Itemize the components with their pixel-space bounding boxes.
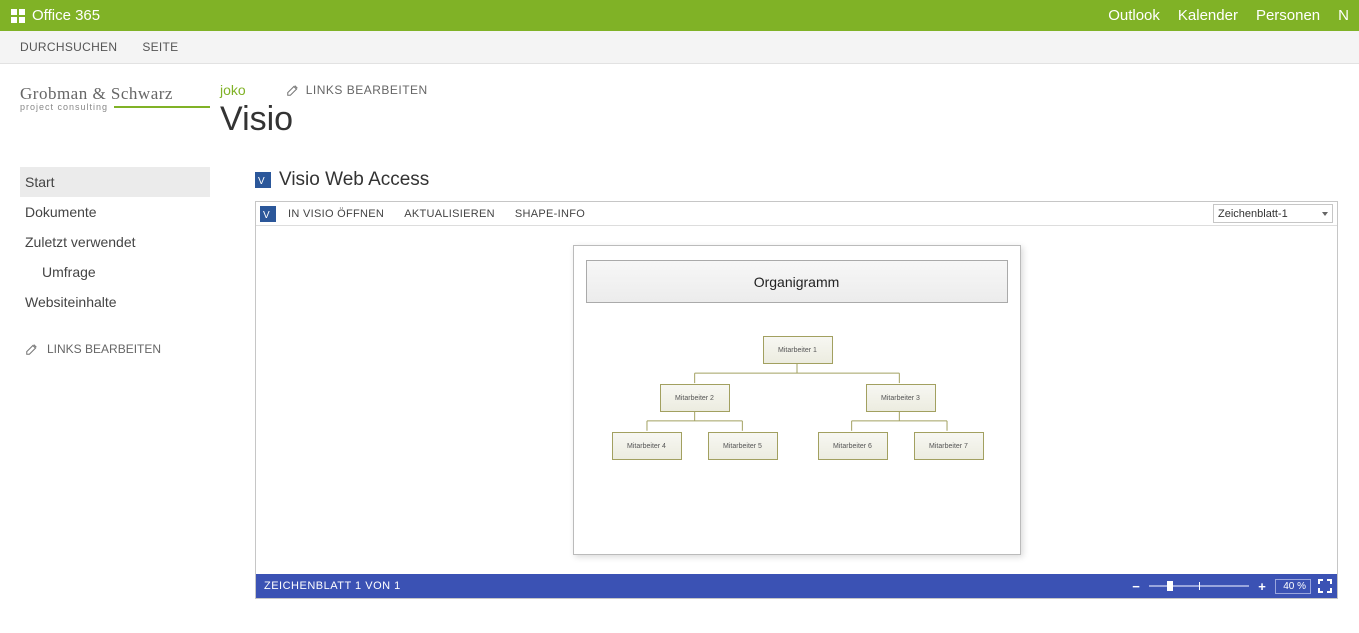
org-node-3[interactable]: Mitarbeiter 3	[866, 384, 936, 412]
visio-web-access: V IN VISIO ÖFFNEN AKTUALISIEREN SHAPE-IN…	[255, 201, 1338, 599]
zoom-out-button[interactable]: −	[1129, 579, 1143, 593]
breadcrumb-edit-links-label: LINKS BEARBEITEN	[306, 83, 428, 97]
side-nav: Start Dokumente Zuletzt verwendet Umfrag…	[20, 167, 210, 363]
org-node-7[interactable]: Mitarbeiter 7	[914, 432, 984, 460]
suite-nav-outlook[interactable]: Outlook	[1108, 7, 1160, 24]
suite-nav-personen[interactable]: Personen	[1256, 7, 1320, 24]
breadcrumb-site[interactable]: joko	[220, 82, 246, 98]
fullscreen-icon[interactable]	[1317, 578, 1333, 594]
sidebar-edit-links-label: LINKS BEARBEITEN	[47, 342, 161, 356]
sidebar-item-contents[interactable]: Websiteinhalte	[20, 287, 210, 317]
vwa-zoom-controls: − + 40 %	[1129, 578, 1333, 594]
ribbon-tab-browse[interactable]: DURCHSUCHEN	[20, 40, 117, 54]
org-connectors	[574, 246, 1020, 554]
ribbon-tabs: DURCHSUCHEN SEITE	[0, 31, 1359, 64]
org-node-4[interactable]: Mitarbeiter 4	[612, 432, 682, 460]
suite-nav-kalender[interactable]: Kalender	[1178, 7, 1238, 24]
visio-icon: V	[260, 206, 276, 222]
zoom-percent[interactable]: 40 %	[1275, 579, 1311, 594]
suite-nav: Outlook Kalender Personen N	[1108, 7, 1349, 24]
zoom-slider[interactable]	[1149, 585, 1249, 587]
vwa-drawing-page: Organigramm	[573, 245, 1021, 555]
breadcrumb-row: joko LINKS BEARBEITEN	[220, 82, 1359, 98]
ribbon-tab-page[interactable]: SEITE	[142, 40, 178, 54]
org-node-2[interactable]: Mitarbeiter 2	[660, 384, 730, 412]
site-logo[interactable]: Grobman & Schwarz project consulting	[20, 84, 210, 112]
pencil-icon	[25, 342, 39, 356]
svg-text:V: V	[258, 176, 265, 187]
sidebar-item-recent[interactable]: Zuletzt verwendet	[20, 227, 210, 257]
org-node-5[interactable]: Mitarbeiter 5	[708, 432, 778, 460]
sidebar-edit-links[interactable]: LINKS BEARBEITEN	[20, 335, 210, 363]
vwa-canvas[interactable]: Organigramm	[256, 226, 1337, 574]
webpart-title-row: V Visio Web Access	[220, 169, 1359, 191]
vwa-sheet-info: ZEICHENBLATT 1 VON 1	[264, 580, 401, 592]
office365-label: Office 365	[32, 7, 100, 24]
breadcrumb-edit-links[interactable]: LINKS BEARBEITEN	[286, 83, 428, 97]
pencil-icon	[286, 83, 300, 97]
sidebar-item-documents[interactable]: Dokumente	[20, 197, 210, 227]
svg-text:V: V	[263, 210, 270, 221]
sidebar-item-start[interactable]: Start	[20, 167, 210, 197]
vwa-sheet-select[interactable]: Zeichenblatt-1	[1213, 204, 1333, 223]
office365-logo[interactable]: Office 365	[10, 7, 100, 24]
vwa-status-bar: ZEICHENBLATT 1 VON 1 − + 40 %	[256, 574, 1337, 598]
zoom-in-button[interactable]: +	[1255, 579, 1269, 593]
vwa-refresh-button[interactable]: AKTUALISIEREN	[394, 208, 505, 220]
sidebar-item-survey[interactable]: Umfrage	[20, 257, 210, 287]
suite-bar: Office 365 Outlook Kalender Personen N	[0, 0, 1359, 31]
suite-nav-more[interactable]: N	[1338, 7, 1349, 24]
org-node-6[interactable]: Mitarbeiter 6	[818, 432, 888, 460]
page-title: Visio	[220, 100, 1359, 139]
vwa-sheet-select-value: Zeichenblatt-1	[1218, 208, 1288, 220]
office-icon	[10, 8, 26, 24]
left-column: Grobman & Schwarz project consulting Sta…	[0, 64, 220, 599]
vwa-toolbar: V IN VISIO ÖFFNEN AKTUALISIEREN SHAPE-IN…	[256, 202, 1337, 226]
vwa-open-in-visio-button[interactable]: IN VISIO ÖFFNEN	[278, 208, 394, 220]
content-area: joko LINKS BEARBEITEN Visio V Visio Web …	[220, 64, 1359, 599]
visio-icon: V	[255, 172, 271, 188]
org-node-1[interactable]: Mitarbeiter 1	[763, 336, 833, 364]
site-logo-line1: Grobman & Schwarz	[20, 84, 210, 104]
webpart-title: Visio Web Access	[279, 169, 429, 191]
zoom-slider-thumb[interactable]	[1167, 581, 1173, 591]
vwa-shape-info-button[interactable]: SHAPE-INFO	[505, 208, 595, 220]
